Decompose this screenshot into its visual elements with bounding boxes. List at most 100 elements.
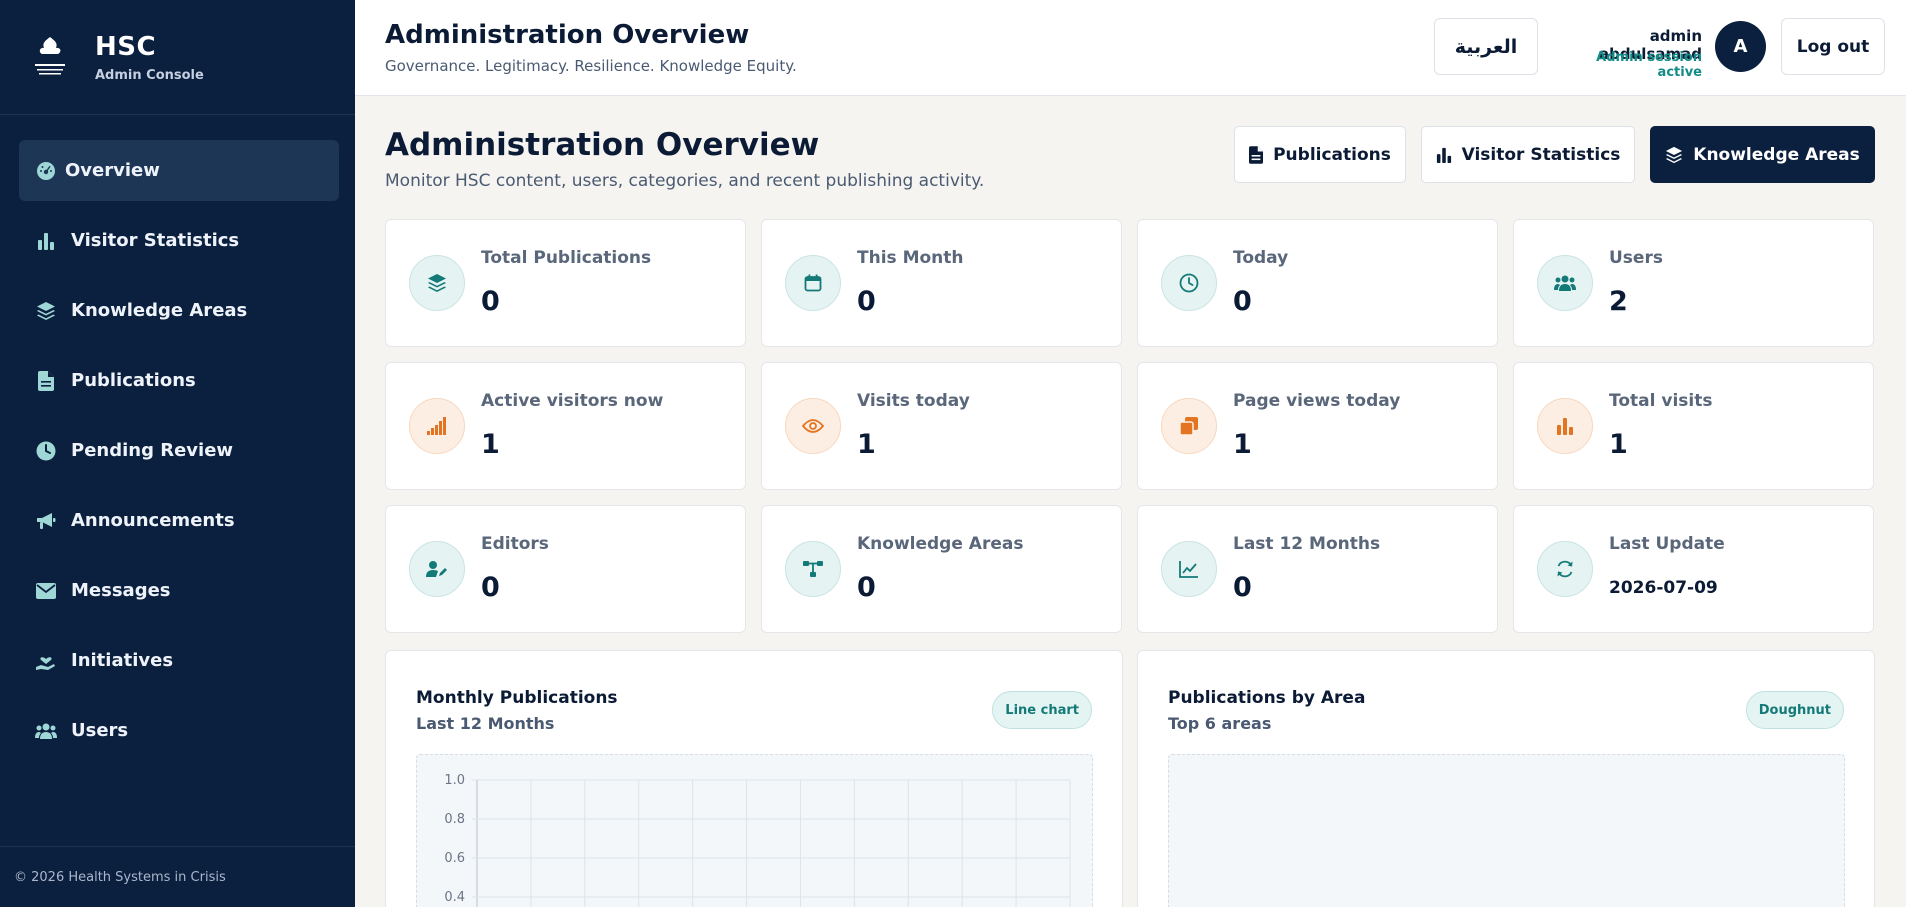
hsc-logo-icon	[30, 35, 70, 79]
sidebar-item-label: Visitor Statistics	[71, 230, 240, 251]
stat-label: This Month	[857, 248, 964, 268]
sidebar-item-publications[interactable]: Publications	[19, 350, 339, 411]
brand-subtitle: Admin Console	[95, 67, 204, 83]
line-chart: 1.0 0.8 0.6 0.4	[416, 754, 1093, 907]
document-icon	[1249, 145, 1264, 164]
stat-card-today[interactable]: Today 0	[1137, 219, 1498, 347]
stat-card-last-update[interactable]: Last Update 2026-07-09	[1513, 505, 1874, 633]
stat-label: Last 12 Months	[1233, 534, 1381, 554]
stat-value: 2	[1609, 286, 1628, 317]
stat-value: 0	[857, 286, 876, 317]
avatar[interactable]: A	[1715, 21, 1766, 72]
sidebar-item-label: Messages	[71, 580, 171, 601]
signal-icon	[409, 398, 465, 454]
stat-label: Today	[1233, 248, 1289, 268]
y-tick-label: 0.4	[444, 890, 465, 905]
eye-icon	[785, 398, 841, 454]
sidebar-item-overview[interactable]: Overview	[19, 140, 339, 201]
sidebar-item-label: Initiatives	[71, 650, 174, 671]
dashboard-icon	[35, 160, 57, 182]
users-icon	[35, 720, 57, 742]
stat-card-total-publications[interactable]: Total Publications 0	[385, 219, 746, 347]
stat-card-total-visits[interactable]: Total visits 1	[1513, 362, 1874, 490]
knowledge-areas-button[interactable]: Knowledge Areas	[1650, 126, 1875, 183]
stat-label: Editors	[481, 534, 549, 554]
session-status: Admin session active	[1596, 50, 1702, 80]
header-title: Administration Overview	[385, 20, 750, 50]
sidebar-item-initiatives[interactable]: Initiatives	[19, 630, 339, 691]
knowledge-areas-button-label: Knowledge Areas	[1693, 144, 1860, 165]
panel-title: Monthly Publications	[416, 688, 618, 708]
sidebar-footer: © 2026 Health Systems in Crisis	[0, 846, 355, 907]
stat-value: 2026-07-09	[1609, 578, 1718, 598]
stat-card-knowledge-areas[interactable]: Knowledge Areas 0	[761, 505, 1122, 633]
publications-button[interactable]: Publications	[1234, 126, 1406, 183]
stat-card-last-12-months[interactable]: Last 12 Months 0	[1137, 505, 1498, 633]
envelope-icon	[35, 580, 57, 602]
chart-type-badge: Doughnut	[1745, 691, 1844, 729]
stat-value: 0	[857, 572, 876, 603]
stat-label: Page views today	[1233, 391, 1401, 411]
bar-chart-icon	[35, 230, 57, 252]
monthly-publications-panel: Monthly Publications Last 12 Months Line…	[385, 650, 1123, 907]
publications-by-area-panel: Publications by Area Top 6 areas Doughnu…	[1137, 650, 1875, 907]
y-tick-label: 1.0	[444, 773, 465, 788]
visitor-statistics-button[interactable]: Visitor Statistics	[1421, 126, 1635, 183]
stat-value: 1	[857, 429, 876, 460]
stat-value: 1	[1233, 429, 1252, 460]
stat-value: 1	[1609, 429, 1628, 460]
stat-value: 1	[481, 429, 500, 460]
layers-icon	[35, 300, 57, 322]
stat-value: 0	[481, 286, 500, 317]
stat-label: Knowledge Areas	[857, 534, 1024, 554]
stat-label: Last Update	[1609, 534, 1725, 554]
users-icon	[1537, 255, 1593, 311]
sidebar-item-label: Users	[71, 720, 129, 741]
stat-label: Total visits	[1609, 391, 1713, 411]
line-chart-canvas: 1.0 0.8 0.6 0.4	[444, 773, 1071, 907]
copy-icon	[1161, 398, 1217, 454]
publications-button-label: Publications	[1273, 144, 1391, 165]
panel-subtitle: Last 12 Months	[416, 714, 555, 733]
main-content: Administration Overview Monitor HSC cont…	[355, 97, 1906, 907]
stat-card-visits-today[interactable]: Visits today 1	[761, 362, 1122, 490]
clock-icon	[1161, 255, 1217, 311]
layers-icon	[409, 255, 465, 311]
stat-card-active-visitors[interactable]: Active visitors now 1	[385, 362, 746, 490]
logout-button[interactable]: Log out	[1781, 18, 1885, 75]
sidebar-item-label: Announcements	[71, 510, 235, 531]
stat-card-this-month[interactable]: This Month 0	[761, 219, 1122, 347]
stat-card-editors[interactable]: Editors 0	[385, 505, 746, 633]
stat-card-page-views-today[interactable]: Page views today 1	[1137, 362, 1498, 490]
sidebar-item-pending-review[interactable]: Pending Review	[19, 420, 339, 481]
brand[interactable]: HSC Admin Console	[0, 0, 355, 115]
refresh-icon	[1537, 541, 1593, 597]
sidebar-item-users[interactable]: Users	[19, 700, 339, 761]
language-toggle-button[interactable]: العربية	[1434, 18, 1538, 75]
bar-chart-icon	[1537, 398, 1593, 454]
visitor-statistics-button-label: Visitor Statistics	[1461, 144, 1621, 165]
chart-type-badge: Line chart	[992, 691, 1092, 729]
sidebar-nav: Overview Visitor Statistics Knowledge Ar…	[0, 115, 355, 761]
stat-label: Visits today	[857, 391, 970, 411]
stat-value: 0	[1233, 286, 1252, 317]
y-tick-label: 0.6	[444, 851, 465, 866]
stat-card-users[interactable]: Users 2	[1513, 219, 1874, 347]
sidebar-item-announcements[interactable]: Announcements	[19, 490, 339, 551]
sidebar-item-knowledge-areas[interactable]: Knowledge Areas	[19, 280, 339, 341]
layers-icon	[1665, 146, 1683, 164]
sidebar: HSC Admin Console Overview Visitor Stati…	[0, 0, 355, 907]
calendar-icon	[785, 255, 841, 311]
sidebar-item-messages[interactable]: Messages	[19, 560, 339, 621]
sitemap-icon	[785, 541, 841, 597]
top-header: Administration Overview Governance. Legi…	[355, 0, 1906, 96]
bar-chart-icon	[1436, 147, 1452, 163]
document-icon	[35, 370, 57, 392]
clock-icon	[35, 440, 57, 462]
page-title: Administration Overview	[385, 127, 820, 163]
panel-title: Publications by Area	[1168, 688, 1366, 708]
sidebar-item-visitor-statistics[interactable]: Visitor Statistics	[19, 210, 339, 271]
stat-value: 0	[481, 572, 500, 603]
stat-label: Total Publications	[481, 248, 652, 268]
panel-subtitle: Top 6 areas	[1168, 714, 1272, 733]
